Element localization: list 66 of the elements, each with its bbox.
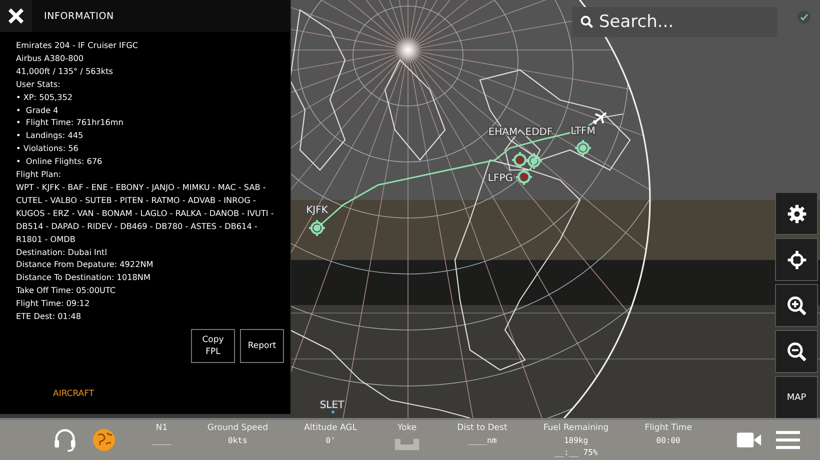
info-line: Airbus A380-800 [16,52,85,65]
airport-code: KJFK [306,205,328,216]
instrument-value: __:__ 75% [554,448,598,457]
airport-code: SLET [320,400,344,411]
instrument-label: N1 [156,423,168,433]
info-line: Distance To Destination: 1018NM [16,271,152,284]
zoom-out-button[interactable] [775,330,818,373]
info-line: • Flight Time: 761hr16mn [16,116,124,130]
info-line: Take Off Time: 05:00UTC [16,284,117,298]
instrument-label: Yoke [398,423,417,433]
crosshair-icon [786,248,808,270]
airplane-icon [592,112,608,126]
instrument-label: Dist to Dest [457,423,508,433]
info-line: User Stats: [16,78,62,91]
airport-code: LTFM [570,126,596,137]
status-check-icon [797,10,811,24]
panel-button[interactable]: Report [240,328,284,363]
info-line: • Grade 4 [16,104,60,116]
info-line: ETE Dest: 01:48 [16,310,82,323]
airport-marker[interactable] [308,219,326,237]
menu-icon[interactable] [776,430,800,450]
airport-marker[interactable] [515,168,533,186]
instrument-value: 00:00 [656,436,680,445]
instrument-value: ____nm [468,436,497,445]
headset-icon[interactable] [52,427,78,453]
instrument-value: ____ [152,436,172,445]
search-icon [580,15,594,29]
info-line: 41,000ft / 135° / 563kts [16,64,114,78]
video-camera-icon[interactable] [736,430,762,450]
info-line: • Online Flights: 676 [16,155,104,168]
airport-marker[interactable] [574,139,592,157]
info-line: Flight Time: 09:12 [16,297,91,310]
instrument-value: 189kg [564,436,588,445]
panel-button[interactable]: Copy FPL [191,328,235,363]
airport-code: EDDF [525,127,553,138]
zoom-in-button[interactable] [775,284,818,327]
info-line: • Landings: 445 [16,129,84,142]
locate-button[interactable] [775,238,818,281]
airport-marker[interactable] [511,151,529,169]
close-icon [7,7,25,25]
heading-line [600,114,624,118]
instrument-value: 0' [326,436,336,445]
yoke-icon [393,437,422,452]
search-field[interactable]: Search... [572,7,777,37]
instrument-label: Altitude AGL [304,423,357,433]
airport-marker[interactable] [525,152,543,170]
settings-button[interactable] [775,192,818,235]
settings-icon [786,202,808,224]
airport-code: LFPG [488,173,513,184]
info-line: • XP: 505,352 [16,90,74,104]
instrument-label: Flight Time [644,423,692,433]
map-button[interactable]: MAP [775,376,818,418]
instrument-label: Fuel Remaining [543,423,609,433]
info-line: Emirates 204 - IF Cruiser IFGC [16,39,140,52]
info-line: Destination: Dubai Intl [16,246,108,258]
zoom-out-icon [786,340,808,362]
close-button[interactable] [0,0,32,32]
aircraft-link[interactable]: AIRCRAFT [53,388,94,399]
panel-title: INFORMATION [44,10,114,22]
info-line: WPT - KJFK - BAF - ENE - EBONY - JANJO - MIMKU - MAC - SAB - CUTEL - VALBO - SUTEB - PITEN - RATMO - ADVAB - INROG - KUGOS - ERZ - VAN - BONAM - LAGLO - RALKA - DANOB - IVUTI - DB514 - DAPAD - RIDEV - DB469 - DB780 - ASTES - DB614 - R1801 - OMDB [16,180,275,246]
info-line: Flight Plan: [16,168,62,181]
info-line: • Violations: 56 [16,142,80,156]
instrument-value: 0kts [228,436,248,445]
zoom-in-icon [786,294,808,316]
instrument-label: Ground Speed [207,423,268,433]
info-line: Distance From Depature: 4922NM [16,258,154,272]
